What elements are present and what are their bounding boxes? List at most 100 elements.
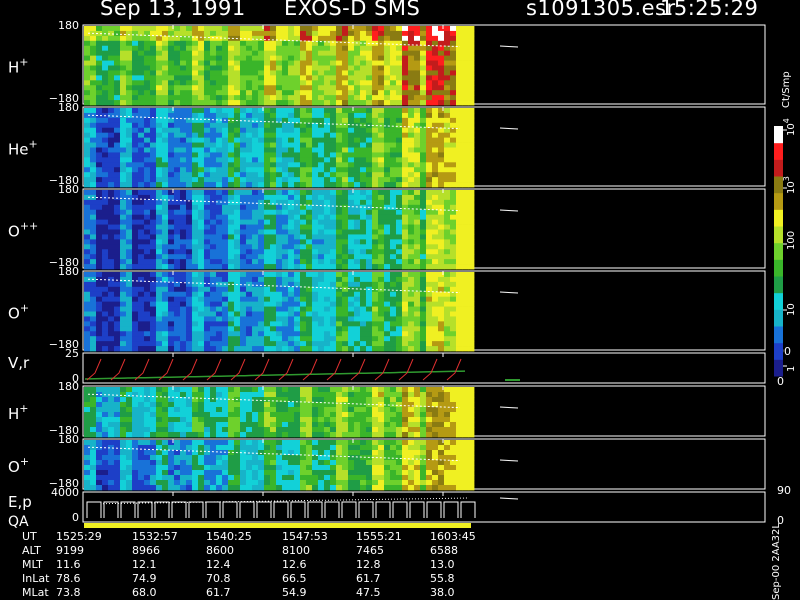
spectrogram-cell xyxy=(402,85,409,91)
spectrogram-cell xyxy=(354,132,361,139)
spectrogram-cell xyxy=(336,127,343,134)
spectrogram-cell xyxy=(408,326,415,332)
spectrogram-cell xyxy=(108,427,115,433)
spectrogram-cell xyxy=(420,272,427,278)
spectrogram-cell xyxy=(306,75,313,81)
spectrogram-cell xyxy=(246,127,253,134)
spectrogram-cell xyxy=(102,214,109,221)
spectrogram-cell xyxy=(390,147,397,153)
spectrogram-cell xyxy=(468,331,475,337)
spectrogram-cell xyxy=(288,224,295,230)
spectrogram-cell xyxy=(108,167,115,173)
spectrogram-cell xyxy=(240,127,247,134)
spectrogram-cell xyxy=(384,30,391,37)
spectrogram-cell xyxy=(234,311,241,317)
spectrogram-cell xyxy=(108,296,115,303)
spectrogram-cell xyxy=(126,311,133,317)
spectrogram-cell xyxy=(222,249,229,255)
spectrogram-cell xyxy=(456,214,463,221)
spectrogram-cell xyxy=(168,45,175,52)
spectrogram-cell xyxy=(114,234,121,240)
spectrogram-cell xyxy=(186,402,193,408)
spectrogram-cell xyxy=(276,65,283,71)
spectrogram-cell xyxy=(276,229,283,235)
spectrogram-cell xyxy=(468,85,475,91)
spectrogram-cell xyxy=(420,214,427,221)
spectrogram-cell xyxy=(366,65,373,71)
spectrogram-cell xyxy=(408,412,415,418)
spectrogram-cell xyxy=(90,316,97,322)
spectrogram-cell xyxy=(396,100,403,106)
spectrogram-cell xyxy=(156,346,163,352)
spectrogram-cell xyxy=(120,460,127,466)
spectrogram-cell xyxy=(186,316,193,322)
spectrogram-cell xyxy=(246,137,253,143)
spectrogram-cell xyxy=(156,291,163,298)
spectrogram-cell xyxy=(330,137,337,143)
spectrogram-cell xyxy=(288,264,295,270)
spectrogram-cell xyxy=(120,137,127,143)
spectrogram-cell xyxy=(108,264,115,270)
spectrogram-cell xyxy=(414,234,421,240)
spectrogram-cell xyxy=(456,326,463,332)
spectrogram-cell xyxy=(264,152,271,158)
spectrogram-cell xyxy=(114,229,121,235)
spectrogram-cell xyxy=(324,214,331,221)
spectrogram-cell xyxy=(84,465,91,471)
spectrogram-cell xyxy=(402,272,409,278)
spectrogram-cell xyxy=(390,95,397,101)
spectrogram-cell xyxy=(126,127,133,134)
spectrogram-cell xyxy=(258,182,265,188)
spectrogram-cell xyxy=(402,259,409,265)
spectrogram-cell xyxy=(168,65,175,71)
spectrogram-cell xyxy=(390,70,397,76)
spectrogram-cell xyxy=(264,117,271,124)
spectrogram-cell xyxy=(444,152,451,158)
spectrogram-cell xyxy=(342,346,349,352)
spectrogram-cell xyxy=(306,321,313,327)
spectrogram-cell xyxy=(192,95,199,101)
spectrogram-cell xyxy=(342,427,349,433)
spectrogram-cell xyxy=(408,291,415,298)
spectrogram-cell xyxy=(156,85,163,91)
spectrogram-cell xyxy=(204,224,211,230)
spectrogram-cell xyxy=(252,234,259,240)
spectrogram-cell xyxy=(468,249,475,255)
spectrogram-cell xyxy=(288,296,295,303)
spectrogram-cell xyxy=(288,306,295,312)
spectrogram-cell xyxy=(342,341,349,347)
spectrogram-cell xyxy=(426,142,433,148)
spectrogram-cell xyxy=(402,341,409,347)
spectrogram-cell xyxy=(162,209,169,216)
spectrogram-cell xyxy=(306,264,313,270)
spectrogram-cell xyxy=(336,281,343,288)
spectrogram-cell xyxy=(456,90,463,96)
spectrogram-cell xyxy=(402,157,409,163)
spectrogram-cell xyxy=(318,137,325,143)
spectrogram-cell xyxy=(270,214,277,221)
spectrogram-cell xyxy=(360,26,367,32)
spectrogram-cell xyxy=(396,259,403,265)
spectrogram-cell xyxy=(192,407,199,413)
spectrogram-cell xyxy=(420,244,427,250)
spectrogram-cell xyxy=(366,190,373,196)
spectrogram-cell xyxy=(390,412,397,418)
spectrogram-cell xyxy=(174,432,181,438)
spectrogram-cell xyxy=(210,50,217,57)
spectrogram-cell xyxy=(90,172,97,178)
spectrogram-cell xyxy=(120,229,127,235)
spectrogram-cell xyxy=(330,321,337,327)
spectrogram-cell xyxy=(264,137,271,143)
spectrogram-cell xyxy=(108,470,115,476)
spectrogram-cell xyxy=(432,301,439,307)
spectrogram-cell xyxy=(414,254,421,260)
spectrogram-cell xyxy=(126,455,133,461)
spectrogram-cell xyxy=(426,157,433,163)
spectrogram-cell xyxy=(336,172,343,178)
spectrogram-cell xyxy=(384,117,391,124)
spectrogram-cell xyxy=(180,234,187,240)
spectrogram-cell xyxy=(348,321,355,327)
spectrogram-cell xyxy=(258,249,265,255)
spectrogram-cell xyxy=(90,142,97,148)
spectrogram-cell xyxy=(126,445,133,451)
